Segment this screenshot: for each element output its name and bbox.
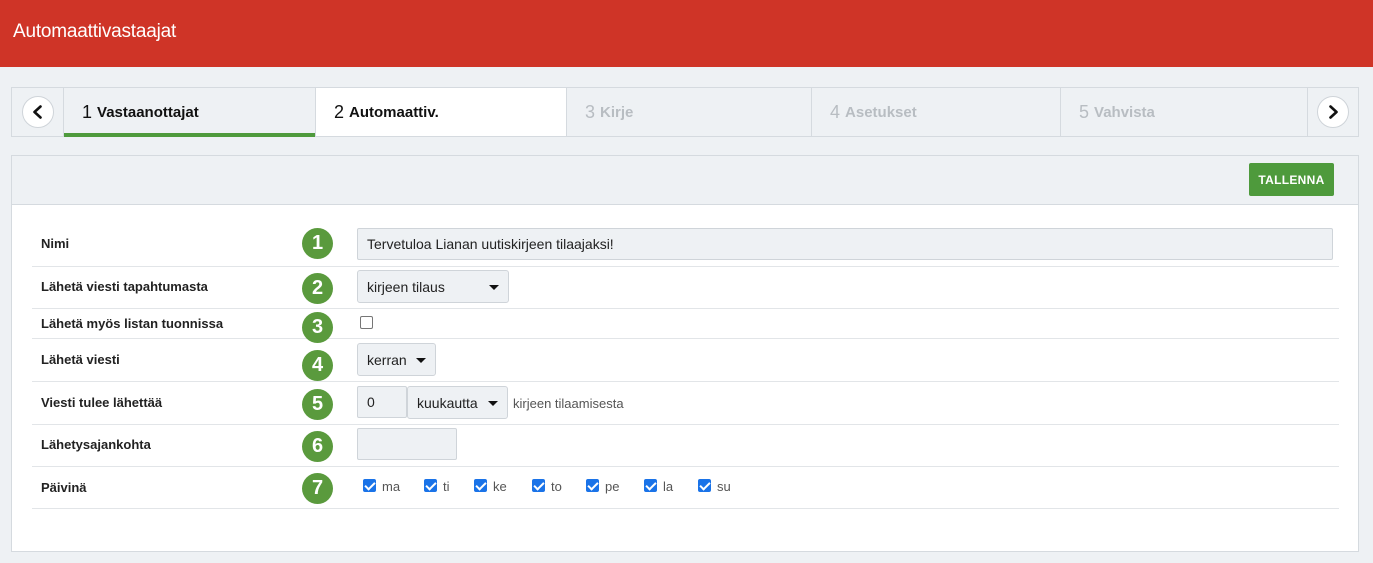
event-select[interactable]: kirjeen tilaus bbox=[357, 270, 509, 303]
caret-down-icon bbox=[489, 285, 499, 290]
field-label: Viesti tulee lähettää bbox=[41, 395, 163, 410]
delay-amount-input[interactable]: 0 bbox=[357, 386, 407, 418]
step-number: 2 bbox=[334, 101, 345, 122]
delay-unit-value: kuukautta bbox=[417, 394, 478, 411]
step-number: 5 bbox=[1079, 101, 1090, 122]
wizard-steps: 1 Vastaanottajat 2 Automaattiv. 3 Kirje … bbox=[11, 87, 1359, 137]
day-label: ma bbox=[382, 479, 401, 494]
day-label: ti bbox=[443, 479, 450, 494]
tab-vastaanottajat[interactable]: 1 Vastaanottajat bbox=[63, 88, 315, 137]
form-row-event: Lähetä viesti tapahtumasta 2 kirjeen til… bbox=[32, 267, 1339, 309]
field-label: Nimi bbox=[41, 236, 70, 251]
day-checkbox[interactable] bbox=[644, 479, 657, 492]
chevron-right-icon bbox=[1329, 105, 1338, 119]
panel-toolbar: TALLENNA bbox=[12, 156, 1358, 205]
name-input[interactable]: Tervetuloa Lianan uutiskirjeen tilaajaks… bbox=[357, 228, 1333, 260]
app-header: Automaattivastaajat bbox=[0, 0, 1373, 67]
event-select-value: kirjeen tilaus bbox=[367, 278, 445, 295]
day-checkbox[interactable] bbox=[532, 479, 545, 492]
form-panel: TALLENNA Nimi 1 Tervetuloa Lianan uutisk… bbox=[11, 155, 1359, 552]
step-number: 4 bbox=[830, 101, 841, 122]
day-label: ke bbox=[493, 479, 507, 494]
form-row-send: Lähetä viesti 4 kerran bbox=[32, 339, 1339, 382]
tab-vahvista[interactable]: 5 Vahvista bbox=[1060, 88, 1308, 136]
step-label: Vastaanottajat bbox=[97, 103, 199, 121]
day-label: su bbox=[717, 479, 731, 494]
day-label: la bbox=[663, 479, 674, 494]
field-label: Lähetä viesti tapahtumasta bbox=[41, 279, 208, 294]
day-label: to bbox=[551, 479, 562, 494]
next-step-button[interactable] bbox=[1317, 96, 1349, 128]
step-badge: 1 bbox=[302, 228, 333, 259]
send-frequency-value: kerran bbox=[367, 351, 407, 368]
step-badge: 2 bbox=[302, 273, 333, 304]
previous-step-button[interactable] bbox=[22, 96, 54, 128]
field-label: Lähetä viesti bbox=[41, 352, 120, 367]
day-checkbox[interactable] bbox=[363, 479, 376, 492]
field-label: Päivinä bbox=[41, 480, 87, 495]
delay-unit-select[interactable]: kuukautta bbox=[407, 386, 508, 419]
step-label: Kirje bbox=[600, 103, 634, 121]
day-checkbox[interactable] bbox=[586, 479, 599, 492]
tab-automaattiv[interactable]: 2 Automaattiv. bbox=[315, 88, 566, 136]
step-number: 3 bbox=[585, 101, 596, 122]
tab-asetukset[interactable]: 4 Asetukset bbox=[811, 88, 1060, 136]
step-badge: 7 bbox=[302, 473, 333, 504]
caret-down-icon bbox=[488, 401, 498, 406]
tab-kirje[interactable]: 3 Kirje bbox=[566, 88, 811, 136]
caret-down-icon bbox=[416, 358, 426, 363]
form-row-import: Lähetä myös listan tuonnissa 3 bbox=[32, 309, 1339, 343]
send-frequency-select[interactable]: kerran bbox=[357, 343, 436, 376]
day-checkbox[interactable] bbox=[474, 479, 487, 492]
send-time-input[interactable] bbox=[357, 428, 457, 460]
form-row-time: Lähetysajankohta 6 bbox=[32, 425, 1339, 467]
form-row-name: Nimi 1 Tervetuloa Lianan uutiskirjeen ti… bbox=[32, 222, 1339, 267]
import-checkbox[interactable] bbox=[360, 316, 373, 329]
page-title: Automaattivastaajat bbox=[13, 21, 177, 42]
form-row-days: Päivinä 7 ma ti ke to pe la su bbox=[32, 467, 1339, 509]
step-number: 1 bbox=[82, 101, 93, 122]
field-label: Lähetä myös listan tuonnissa bbox=[41, 316, 224, 331]
day-checkbox[interactable] bbox=[698, 479, 711, 492]
step-label: Vahvista bbox=[1094, 103, 1155, 121]
day-checkbox[interactable] bbox=[424, 479, 437, 492]
field-label: Lähetysajankohta bbox=[41, 437, 151, 452]
step-label: Asetukset bbox=[845, 103, 917, 121]
chevron-left-icon bbox=[33, 105, 42, 119]
step-badge: 4 bbox=[302, 350, 333, 381]
save-button[interactable]: TALLENNA bbox=[1249, 163, 1334, 196]
step-badge: 5 bbox=[302, 389, 333, 420]
step-badge: 6 bbox=[302, 431, 333, 462]
delay-suffix-text: kirjeen tilaamisesta bbox=[513, 396, 624, 411]
day-label: pe bbox=[605, 479, 620, 494]
form-row-delay: Viesti tulee lähettää 5 0 kuukautta kirj… bbox=[32, 382, 1339, 425]
step-label: Automaattiv. bbox=[349, 103, 439, 121]
